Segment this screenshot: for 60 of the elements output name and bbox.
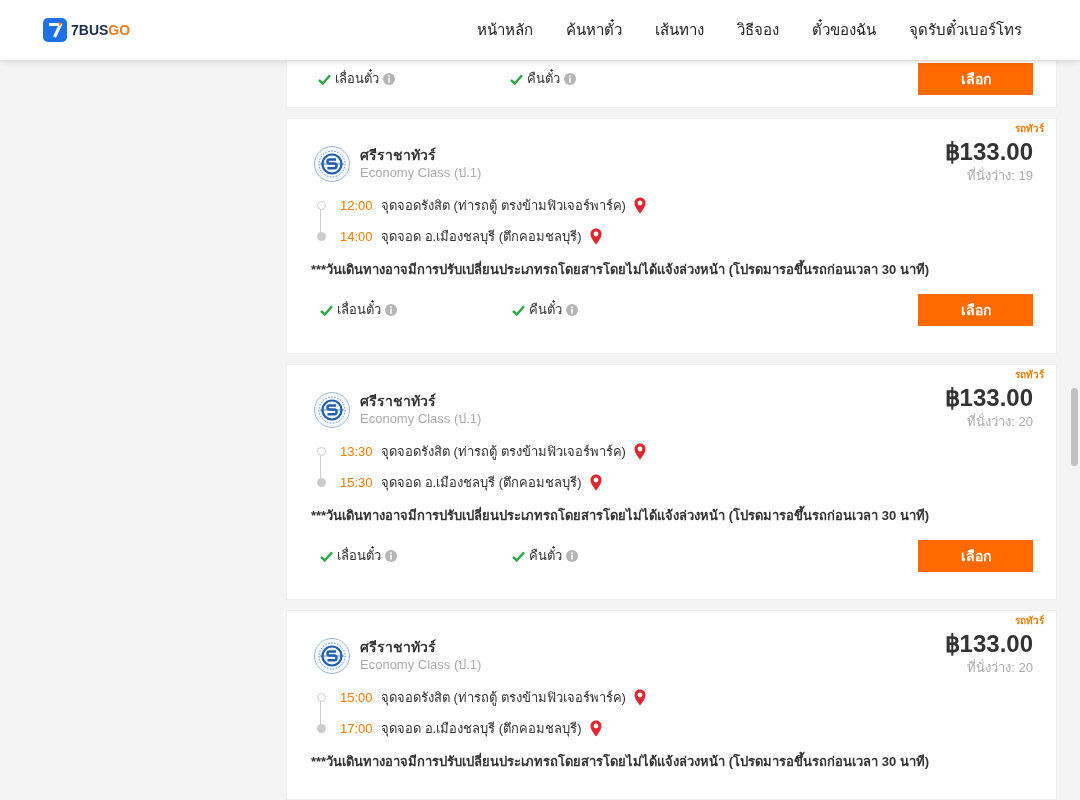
bus-company-logo: [314, 392, 350, 428]
ticket-option-label: คืนตั๋ว: [529, 300, 562, 320]
seat-class: Economy Class (ป.1): [360, 164, 482, 182]
info-icon[interactable]: [566, 550, 578, 562]
ticket-price: ฿133.00: [944, 386, 1033, 410]
departure-time: 17:00: [340, 719, 374, 738]
operator-name: ศรีราชาทัวร์: [360, 146, 437, 164]
nav-link[interactable]: วิธีจอง: [737, 18, 779, 42]
seat-class: Economy Class (ป.1): [360, 656, 482, 674]
nav-link[interactable]: หน้าหลัก: [477, 18, 533, 42]
ticket-option-label: เลื่อนตั๋ว: [337, 546, 381, 566]
nav-link[interactable]: ค้นหาตั๋ว: [566, 18, 622, 42]
stop-name: จุดจอด อ.เมืองชลบุรี (ตึกคอมชลบุรี): [381, 719, 582, 739]
logo-icon[interactable]: [43, 18, 67, 42]
departure-time: 13:30: [340, 442, 374, 461]
ticket-option-label: คืนตั๋ว: [529, 546, 562, 566]
departure-time: 12:00: [340, 196, 374, 215]
departure-time: 15:30: [340, 473, 374, 492]
bus-type-label: รถทัวร์: [1015, 614, 1044, 628]
info-icon[interactable]: [383, 73, 395, 85]
bus-company-logo: [314, 146, 350, 182]
info-icon[interactable]: [385, 550, 397, 562]
departure-time: 15:00: [340, 688, 374, 707]
map-pin-icon: [589, 720, 602, 737]
notice-text: ***วันเดินทางอาจมีการปรับเปลี่ยนประเภทรถโดยสารโดยไม่ได้แจ้งล่วงหน้า (โปรดมารอขึ้นรถก่อนเวลา 30 นาที): [311, 506, 1033, 526]
ticket-price: ฿133.00: [944, 140, 1033, 164]
stop-name: จุดจอด อ.เมืองชลบุรี (ตึกคอมชลบุรี): [381, 473, 582, 493]
info-icon[interactable]: [385, 304, 397, 316]
notice-text: ***วันเดินทางอาจมีการปรับเปลี่ยนประเภทรถโดยสารโดยไม่ได้แจ้งล่วงหน้า (โปรดมารอขึ้นรถก่อนเวลา 30 นาที): [311, 752, 1033, 772]
operator-name: ศรีราชาทัวร์: [360, 638, 437, 656]
info-icon[interactable]: [566, 304, 578, 316]
seat-class: Economy Class (ป.1): [360, 410, 482, 428]
nav-link[interactable]: จุดรับตั๋วเบอร์โทร: [909, 18, 1022, 42]
ticket-option-label: คืนตั๋ว: [527, 69, 560, 89]
seats-available: ที่นั่งว่าง: 20: [967, 415, 1033, 428]
map-pin-icon: [633, 443, 646, 460]
bus-company-logo: [314, 638, 350, 674]
scrollbar-thumb[interactable]: [1071, 388, 1078, 466]
nav-link[interactable]: เส้นทาง: [655, 18, 704, 42]
seats-available: ที่นั่งว่าง: 19: [967, 169, 1033, 182]
stop-name: จุดจอดรังสิต (ท่ารถตู้ ตรงข้ามฟิวเจอร์พาร์ค): [381, 688, 626, 708]
map-pin-icon: [589, 474, 602, 491]
map-pin-icon: [589, 228, 602, 245]
notice-text: ***วันเดินทางอาจมีการปรับเปลี่ยนประเภทรถโดยสารโดยไม่ได้แจ้งล่วงหน้า (โปรดมารอขึ้นรถก่อนเวลา 30 นาที): [311, 260, 1033, 280]
ticket-price: ฿133.00: [944, 632, 1033, 656]
stop-name: จุดจอดรังสิต (ท่ารถตู้ ตรงข้ามฟิวเจอร์พาร์ค): [381, 442, 626, 462]
stop-name: จุดจอดรังสิต (ท่ารถตู้ ตรงข้ามฟิวเจอร์พาร์ค): [381, 196, 626, 216]
seats-available: ที่นั่งว่าง: 20: [967, 661, 1033, 674]
map-pin-icon: [633, 689, 646, 706]
map-pin-icon: [633, 197, 646, 214]
departure-time: 14:00: [340, 227, 374, 246]
operator-name: ศรีราชาทัวร์: [360, 392, 437, 410]
bus-type-label: รถทัวร์: [1015, 122, 1044, 136]
stop-name: จุดจอด อ.เมืองชลบุรี (ตึกคอมชลบุรี): [381, 227, 582, 247]
logo-text[interactable]: 7BUSGO: [71, 19, 131, 41]
ticket-option-label: เลื่อนตั๋ว: [337, 300, 381, 320]
nav-link[interactable]: ตั๋วของฉัน: [812, 18, 876, 42]
bus-type-label: รถทัวร์: [1015, 368, 1044, 382]
info-icon[interactable]: [564, 73, 576, 85]
ticket-option-label: เลื่อนตั๋ว: [335, 69, 379, 89]
